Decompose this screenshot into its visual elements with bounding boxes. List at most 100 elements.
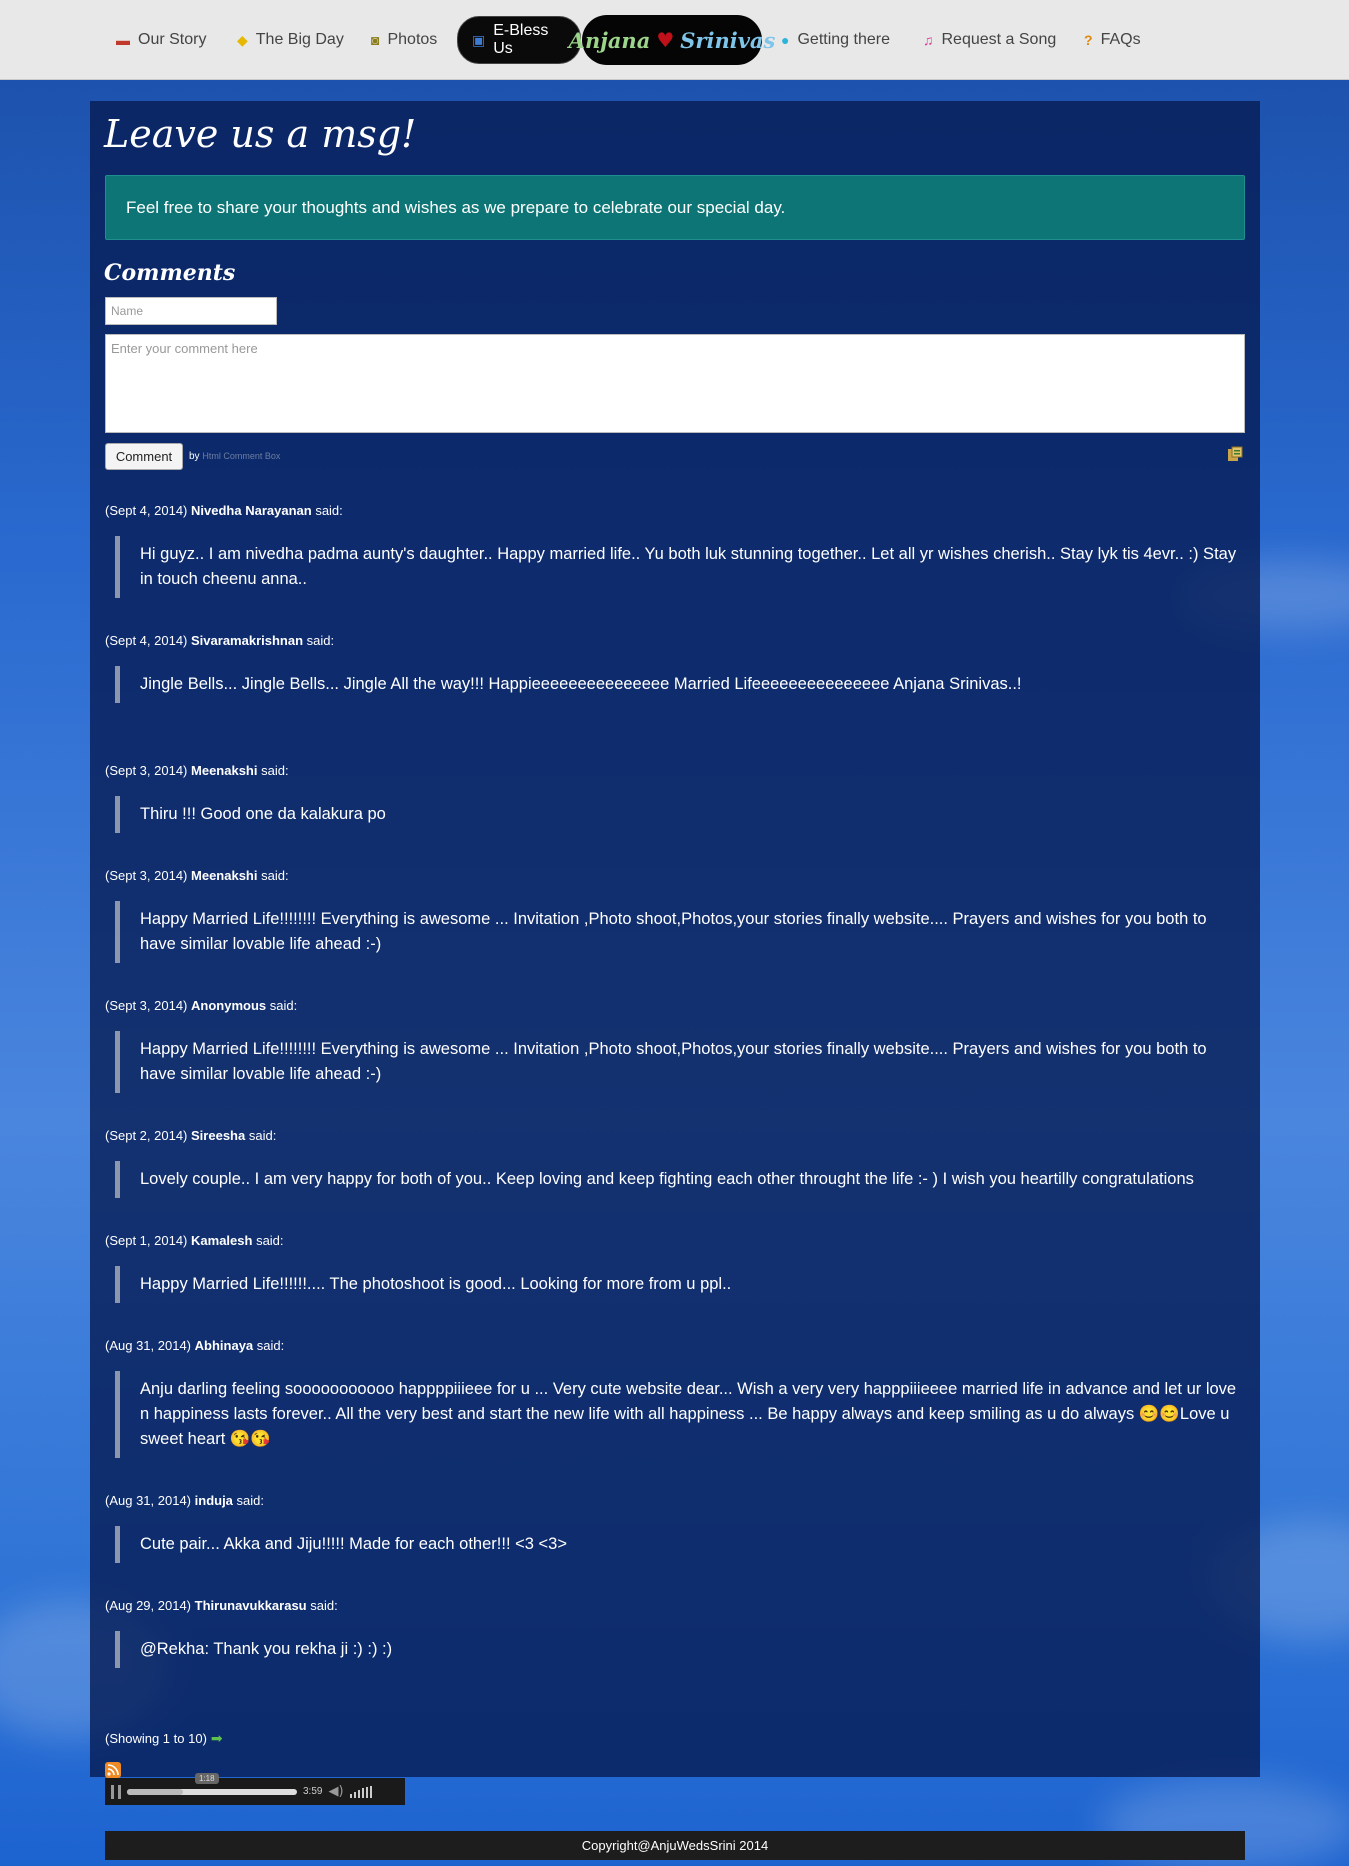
- seek-bar[interactable]: 1:18: [127, 1772, 297, 1795]
- seek-progress: [127, 1788, 184, 1795]
- comment-meta: (Aug 31, 2014) Abhinaya said:: [105, 1338, 1245, 1353]
- comment-item: (Sept 3, 2014) Meenakshi said: Thiru !!! …: [105, 763, 1245, 833]
- comment-said: said:: [310, 1598, 338, 1613]
- nav-label: Getting there: [797, 31, 890, 48]
- comment-said: said:: [236, 1493, 265, 1508]
- name-input[interactable]: [105, 297, 277, 325]
- footer: Copyright@AnjuWedsSrini 2014: [105, 1831, 1245, 1860]
- comment-meta: (Sept 3, 2014) Meenakshi said:: [105, 763, 1245, 778]
- comment-meta: (Aug 31, 2014) induja said:: [105, 1493, 1245, 1508]
- comment-item: (Sept 2, 2014) Sireesha said: Lovely coup…: [105, 1128, 1245, 1198]
- bell-icon: ◆: [237, 31, 248, 48]
- comment-date: (Sept 2, 2014): [105, 1128, 188, 1143]
- nav-faqs[interactable]: ? FAQs: [1070, 16, 1155, 64]
- nav-label: Our Story: [138, 31, 207, 48]
- nav-label: Request a Song: [941, 31, 1057, 48]
- by-text: by: [189, 451, 200, 462]
- nav-e-bless-us[interactable]: ▣ E-Bless Us: [457, 16, 581, 64]
- camera-icon: ◙: [371, 32, 380, 48]
- pagination-text: (Showing 1 to 10): [105, 1731, 207, 1746]
- comment-author: Anonymous: [191, 998, 267, 1013]
- comment-date: (Aug 29, 2014): [105, 1598, 192, 1613]
- admin-icon[interactable]: [1227, 446, 1243, 462]
- comment-author: Thirunavukkarasu: [194, 1598, 307, 1613]
- nav-getting-there[interactable]: ● Getting there: [767, 16, 904, 64]
- comment-item: (Sept 3, 2014) Meenakshi said: Happy Marr…: [105, 868, 1245, 963]
- comment-date: (Sept 1, 2014): [105, 1233, 188, 1248]
- map-marker-icon: ●: [781, 32, 790, 48]
- comment-author: Abhinaya: [194, 1338, 254, 1353]
- nav-request-a-song[interactable]: ♫ Request a Song: [909, 16, 1070, 64]
- heart-icon: ♥: [656, 28, 675, 52]
- comment-text: Cute pair... Akka and Jiju!!!!! Made for…: [115, 1526, 1245, 1563]
- book-icon: ▬: [116, 32, 130, 48]
- comment-said: said:: [248, 1128, 277, 1143]
- audio-player: 1:18 3:59 ◀): [105, 1772, 405, 1805]
- comment-item: (Sept 4, 2014) Nivedha Narayanan said: Hi…: [105, 503, 1245, 598]
- comments-heading: Comments: [104, 260, 236, 286]
- comment-date: (Sept 3, 2014): [105, 763, 188, 778]
- comment-item: (Aug 31, 2014) Abhinaya said: Anju darlin…: [105, 1338, 1245, 1458]
- brand-name-right: Srinivas: [680, 27, 776, 53]
- comment-author: Sivaramakrishnan: [191, 633, 304, 648]
- notice-banner: Feel free to share your thoughts and wis…: [105, 175, 1245, 240]
- comment-text: Jingle Bells... Jingle Bells... Jingle A…: [115, 666, 1245, 703]
- next-page-icon[interactable]: ➡: [211, 1730, 223, 1747]
- comment-meta: (Aug 29, 2014) Thirunavukkarasu said:: [105, 1598, 1245, 1613]
- comment-item: (Aug 31, 2014) induja said: Cute pair... …: [105, 1493, 1245, 1563]
- pause-icon[interactable]: [111, 1784, 121, 1799]
- comment-said: said:: [261, 868, 289, 883]
- powered-by: by Html Comment Box: [189, 451, 280, 462]
- duration: 3:59: [303, 1786, 323, 1797]
- comment-said: said:: [306, 633, 335, 648]
- comment-submit-button[interactable]: Comment: [105, 443, 183, 470]
- comment-text: Happy Married Life!!!!!!!! Everything is…: [115, 1031, 1245, 1093]
- comment-item: (Sept 1, 2014) Kamalesh said: Happy Marri…: [105, 1233, 1245, 1303]
- music-icon: ♫: [923, 32, 934, 48]
- nav-label: E-Bless Us: [493, 22, 549, 57]
- comment-said: said:: [269, 998, 298, 1013]
- comment-text: Happy Married Life!!!!!!.... The photosh…: [115, 1266, 1245, 1303]
- comment-meta: (Sept 4, 2014) Sivaramakrishnan said:: [105, 633, 1245, 648]
- comment-item: (Sept 3, 2014) Anonymous said: Happy Marr…: [105, 998, 1245, 1093]
- comment-date: (Sept 4, 2014): [105, 503, 188, 518]
- html-comment-box-link[interactable]: Html Comment Box: [202, 451, 280, 461]
- brand-logo[interactable]: Anjana ♥ Srinivas: [569, 15, 775, 65]
- comment-meta: (Sept 2, 2014) Sireesha said:: [105, 1128, 1245, 1143]
- comment-date: (Sept 3, 2014): [105, 998, 188, 1013]
- comment-author: induja: [194, 1493, 233, 1508]
- volume-icon[interactable]: ◀): [328, 1784, 343, 1799]
- comment-textarea[interactable]: [105, 334, 1245, 433]
- rss-icon[interactable]: [105, 1762, 121, 1778]
- comment-text: Thiru !!! Good one da kalakura po: [115, 796, 1245, 833]
- time-tooltip: 1:18: [195, 1772, 219, 1784]
- nav-our-story[interactable]: ▬ Our Story: [102, 16, 220, 64]
- comment-date: (Aug 31, 2014): [105, 1338, 192, 1353]
- comment-date: (Sept 3, 2014): [105, 868, 188, 883]
- comment-text: @Rekha: Thank you rekha ji :) :) :): [115, 1631, 1245, 1668]
- nav-label: FAQs: [1100, 31, 1141, 48]
- gift-icon: ▣: [472, 31, 486, 48]
- comment-meta: (Sept 3, 2014) Anonymous said:: [105, 998, 1245, 1013]
- nav-label: Photos: [387, 31, 438, 48]
- question-icon: ?: [1084, 32, 1093, 48]
- pagination: (Showing 1 to 10) ➡: [105, 1730, 223, 1747]
- nav-label: The Big Day: [255, 31, 344, 48]
- copyright-text: Copyright@AnjuWedsSrini 2014: [581, 1838, 769, 1853]
- comment-said: said:: [256, 1233, 284, 1248]
- comment-author: Kamalesh: [191, 1233, 253, 1248]
- comment-meta: (Sept 1, 2014) Kamalesh said:: [105, 1233, 1245, 1248]
- page-title: Leave us a msg!: [104, 112, 417, 156]
- comment-text: Hi guyz.. I am nivedha padma aunty's dau…: [115, 536, 1245, 598]
- comment-said: said:: [256, 1338, 285, 1353]
- comment-item: (Sept 4, 2014) Sivaramakrishnan said: Jin…: [105, 633, 1245, 703]
- comment-text: Lovely couple.. I am very happy for both…: [115, 1161, 1245, 1198]
- notice-text: Feel free to share your thoughts and wis…: [126, 197, 786, 217]
- nav-photos[interactable]: ◙ Photos: [357, 16, 451, 64]
- comment-said: said:: [315, 503, 343, 518]
- brand-name-left: Anjana: [568, 27, 651, 53]
- comment-author: Sireesha: [191, 1128, 246, 1143]
- volume-bars[interactable]: [349, 1785, 372, 1798]
- comment-item: (Aug 29, 2014) Thirunavukkarasu said: @Re…: [105, 1598, 1245, 1668]
- nav-the-big-day[interactable]: ◆ The Big Day: [223, 16, 358, 64]
